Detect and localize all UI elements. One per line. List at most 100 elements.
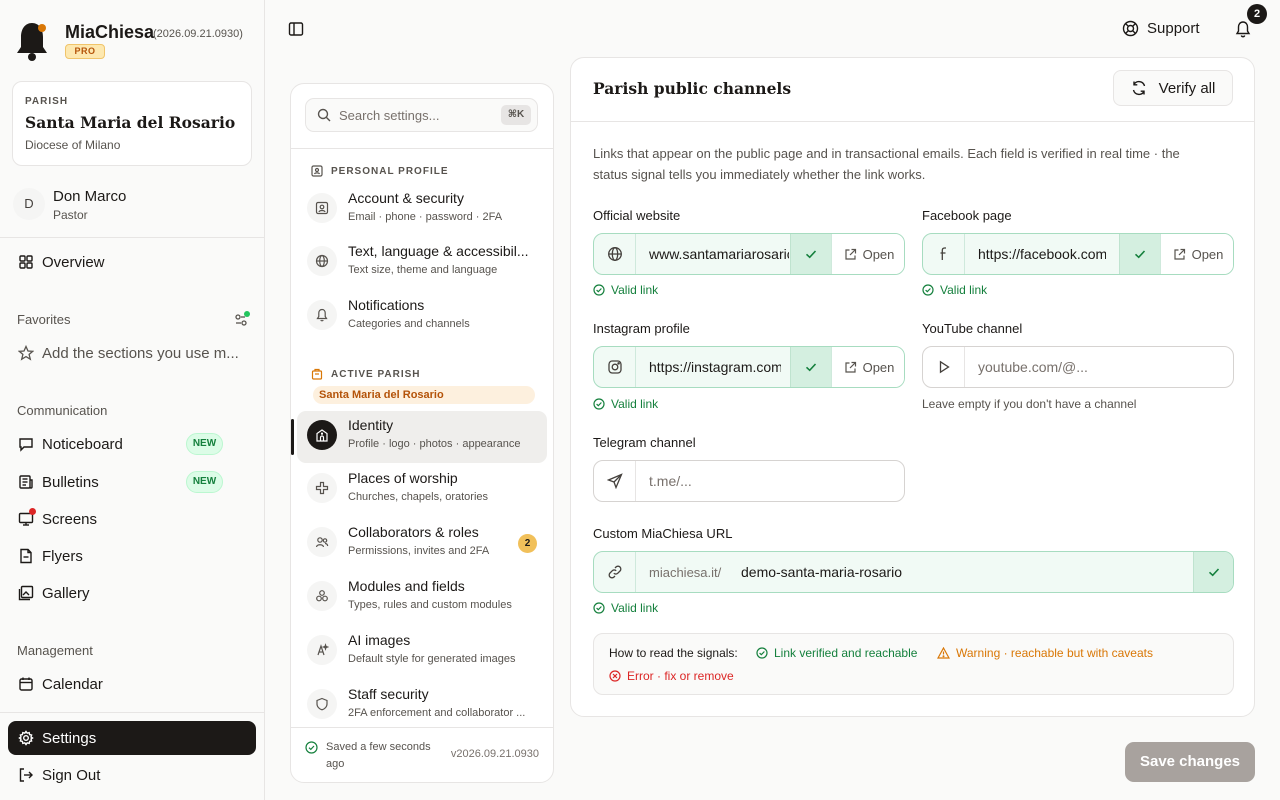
settings-nav-divider	[291, 148, 553, 149]
sidebar-divider	[0, 237, 265, 238]
avatar[interactable]: D	[13, 188, 45, 220]
bell-logo-icon	[17, 23, 47, 61]
settings-item-ai-images[interactable]: AI images Default style for generated im…	[297, 626, 547, 678]
parish-switcher-card[interactable]: PARISH Santa Maria del Rosario Diocese o…	[12, 81, 252, 166]
file-icon	[20, 548, 32, 564]
user-role: Pastor	[53, 208, 88, 222]
sidebar-toggle-icon[interactable]	[288, 21, 304, 37]
youtube-input[interactable]: youtube.com/@...	[978, 359, 1088, 375]
settings-item-subtitle: Default style for generated images	[348, 653, 516, 665]
settings-item-collaborators-roles[interactable]: Collaborators & roles Permissions, invit…	[297, 518, 547, 570]
sidebar-divider	[0, 712, 265, 713]
brand-version: (2026.09.21.0930)	[153, 28, 243, 40]
alert-dot	[29, 508, 36, 515]
settings-item-text-language[interactable]: Text, language & accessibil... Text size…	[297, 237, 547, 289]
youtube-field[interactable]: youtube.com/@...	[922, 346, 1234, 388]
settings-item-identity[interactable]: Identity Profile · logo · photos · appea…	[291, 411, 547, 463]
communication-label: Communication	[17, 403, 108, 418]
settings-item-subtitle: 2FA enforcement and collaborator ...	[348, 707, 526, 719]
legend-ok: Link verified and reachable	[756, 646, 917, 660]
check-icon	[805, 250, 817, 259]
play-icon	[939, 360, 950, 374]
sign-out-icon	[19, 768, 33, 782]
website-verified	[790, 234, 831, 274]
search-shortcut: ⌘K	[501, 105, 531, 125]
facebook-open-button[interactable]: Open	[1160, 234, 1233, 274]
facebook-label: Facebook page	[922, 208, 1012, 223]
custom-url-input[interactable]: demo-santa-maria-rosario	[741, 564, 902, 580]
telegram-field[interactable]: t.me/...	[593, 460, 905, 502]
sidebar-item-bulletins[interactable]: Bulletins NEW	[8, 465, 256, 499]
website-input[interactable]: www.santamariarosario.it	[649, 246, 789, 262]
youtube-hint: Leave empty if you don't have a channel	[922, 397, 1137, 411]
sidebar-item-overview[interactable]: Overview	[8, 245, 256, 279]
sidebar-item-label: Bulletins	[42, 473, 99, 491]
support-button[interactable]: Support	[1122, 20, 1200, 37]
settings-item-title: Staff security	[348, 686, 429, 702]
star-icon	[18, 345, 34, 361]
settings-item-places-of-worship[interactable]: Places of worship Churches, chapels, ora…	[297, 464, 547, 516]
save-changes-button[interactable]: Save changes	[1125, 742, 1255, 782]
pro-badge: PRO	[65, 44, 105, 59]
app-version: v2026.09.21.0930	[450, 748, 539, 760]
settings-item-title: Text, language & accessibil...	[348, 243, 529, 259]
settings-item-subtitle: Permissions, invites and 2FA	[348, 545, 490, 557]
favorites-settings-icon[interactable]	[233, 311, 251, 329]
sidebar-item-calendar[interactable]: Calendar	[8, 667, 256, 701]
facebook-field[interactable]: https://facebook.com/santamariarosario O…	[922, 233, 1234, 275]
check-circle-icon	[305, 741, 318, 754]
facebook-input[interactable]: https://facebook.com/santamariarosario	[978, 246, 1106, 262]
notifications-count-badge: 2	[1247, 4, 1267, 24]
settings-item-notifications[interactable]: Notifications Categories and channels	[297, 291, 547, 343]
settings-item-staff-security[interactable]: Staff security 2FA enforcement and colla…	[297, 680, 547, 732]
instagram-label: Instagram profile	[593, 321, 690, 336]
telegram-label: Telegram channel	[593, 435, 696, 450]
sidebar-item-flyers[interactable]: Flyers	[8, 539, 256, 573]
settings-search-input[interactable]: Search settings... ⌘K	[305, 98, 538, 132]
save-status-text: Saved a few seconds ago	[326, 741, 431, 770]
personal-profile-label: PERSONAL PROFILE	[311, 165, 449, 177]
telegram-input[interactable]: t.me/...	[649, 473, 692, 489]
sidebar-item-label: Settings	[42, 729, 97, 747]
legend-error: Error · fix or remove	[609, 669, 734, 683]
monitor-icon	[18, 508, 36, 527]
check-circle-icon	[756, 647, 768, 659]
settings-item-title: Modules and fields	[348, 578, 465, 594]
parish-name: Santa Maria del Rosario	[25, 113, 236, 132]
check-circle-icon	[593, 602, 605, 614]
external-link-icon	[844, 361, 856, 373]
sidebar-item-label: Sign Out	[42, 766, 101, 784]
settings-item-title: Identity	[348, 417, 394, 433]
modules-icon	[316, 590, 328, 602]
settings-item-account-security[interactable]: Account & security Email · phone · passw…	[297, 184, 547, 236]
settings-item-title: Collaborators & roles	[348, 524, 479, 540]
settings-item-title: Places of worship	[348, 470, 458, 486]
id-card-icon	[311, 165, 323, 177]
x-circle-icon	[609, 670, 621, 682]
website-field[interactable]: www.santamariarosario.it Open	[593, 233, 905, 275]
support-label: Support	[1147, 20, 1200, 37]
external-link-icon	[1173, 248, 1185, 260]
instagram-field[interactable]: https://instagram.com/santamariarosario …	[593, 346, 905, 388]
website-open-button[interactable]: Open	[831, 234, 904, 274]
users-icon	[315, 537, 329, 548]
sidebar-item-label: Overview	[42, 253, 105, 271]
calendar-icon	[19, 677, 33, 691]
building-icon	[311, 368, 323, 380]
sidebar-item-settings[interactable]: Settings	[8, 721, 256, 755]
sidebar-item-sign-out[interactable]: Sign Out	[8, 758, 256, 792]
favorites-empty-hint[interactable]: Add the sections you use m...	[8, 336, 256, 370]
legend-title: How to read the signals:	[609, 646, 738, 660]
website-label: Official website	[593, 208, 681, 223]
notifications-bell-icon[interactable]	[1234, 20, 1252, 38]
sidebar-item-gallery[interactable]: Gallery	[8, 576, 256, 610]
sidebar-item-screens[interactable]: Screens	[8, 502, 256, 536]
brand-name: MiaChiesa	[65, 22, 155, 42]
sidebar-item-noticeboard[interactable]: Noticeboard NEW	[8, 427, 256, 461]
settings-item-modules-fields[interactable]: Modules and fields Types, rules and cust…	[297, 572, 547, 624]
custom-url-field[interactable]: miachiesa.it/ demo-santa-maria-rosario	[593, 551, 1234, 593]
facebook-verified	[1119, 234, 1160, 274]
instagram-open-button[interactable]: Open	[831, 347, 904, 387]
verify-all-button[interactable]: Verify all	[1113, 70, 1233, 106]
instagram-input[interactable]: https://instagram.com/santamariarosario	[649, 359, 781, 375]
